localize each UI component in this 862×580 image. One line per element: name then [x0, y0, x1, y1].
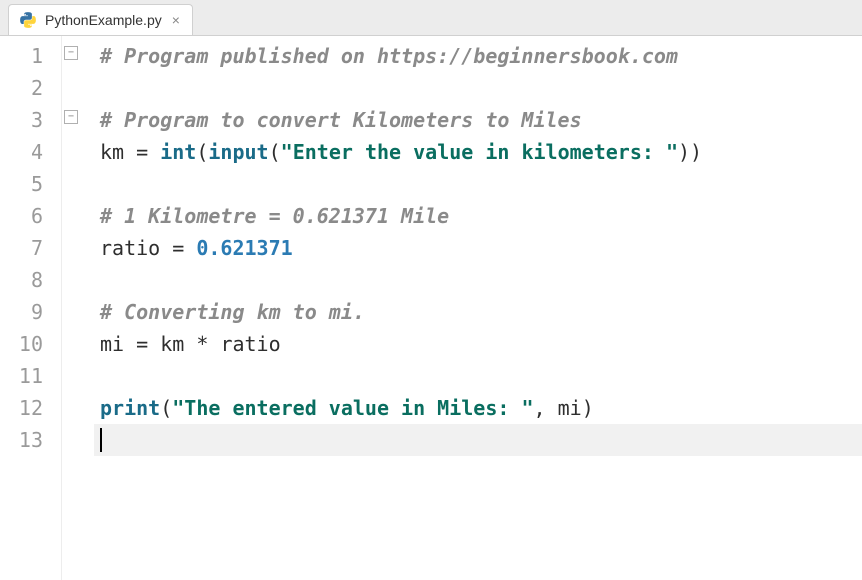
- line-number: 10: [0, 328, 43, 360]
- operator-token: =: [136, 140, 160, 164]
- code-line: # Program published on https://beginners…: [94, 40, 862, 72]
- code-line: [94, 424, 862, 456]
- line-number: 3: [0, 104, 43, 136]
- builtin-token: input: [208, 140, 268, 164]
- fold-strip: [62, 36, 90, 580]
- line-number: 4: [0, 136, 43, 168]
- paren-token: (: [196, 140, 208, 164]
- close-icon[interactable]: ×: [170, 12, 182, 28]
- operator-token: =: [136, 332, 160, 356]
- tab-pythonexample[interactable]: PythonExample.py ×: [8, 4, 193, 35]
- comment-token: # Program published on https://beginners…: [100, 44, 678, 68]
- identifier-token: mi: [558, 396, 582, 420]
- line-number: 1: [0, 40, 43, 72]
- identifier-token: ratio: [100, 236, 172, 260]
- code-line: ratio = 0.621371: [94, 232, 862, 264]
- paren-token: (: [160, 396, 172, 420]
- separator-token: ,: [534, 396, 558, 420]
- tab-bar: PythonExample.py ×: [0, 0, 862, 36]
- line-number: 7: [0, 232, 43, 264]
- line-number: 5: [0, 168, 43, 200]
- code-line: [94, 168, 862, 200]
- number-token: 0.621371: [196, 236, 292, 260]
- identifier-token: ratio: [220, 332, 280, 356]
- operator-token: =: [172, 236, 196, 260]
- operator-token: *: [196, 332, 220, 356]
- code-line: # 1 Kilometre = 0.621371 Mile: [94, 200, 862, 232]
- fold-toggle-icon[interactable]: [64, 46, 78, 60]
- line-number-gutter: 1 2 3 4 5 6 7 8 9 10 11 12 13: [0, 36, 62, 580]
- line-number: 8: [0, 264, 43, 296]
- code-line: [94, 264, 862, 296]
- code-line: mi = km * ratio: [94, 328, 862, 360]
- tab-filename: PythonExample.py: [45, 12, 162, 28]
- code-line: km = int(input("Enter the value in kilom…: [94, 136, 862, 168]
- line-number: 12: [0, 392, 43, 424]
- line-number: 9: [0, 296, 43, 328]
- paren-token: )): [678, 140, 702, 164]
- comment-token: # 1 Kilometre = 0.621371 Mile: [100, 204, 449, 228]
- comment-token: # Program to convert Kilometers to Miles: [100, 108, 582, 132]
- string-token: "Enter the value in kilometers: ": [281, 140, 678, 164]
- line-number: 13: [0, 424, 43, 456]
- line-number: 2: [0, 72, 43, 104]
- identifier-token: km: [160, 332, 196, 356]
- line-number: 6: [0, 200, 43, 232]
- code-line: # Converting km to mi.: [94, 296, 862, 328]
- paren-token: (: [269, 140, 281, 164]
- identifier-token: mi: [100, 332, 136, 356]
- python-file-icon: [19, 11, 37, 29]
- editor-area: 1 2 3 4 5 6 7 8 9 10 11 12 13 # Program …: [0, 36, 862, 580]
- paren-token: ): [582, 396, 594, 420]
- builtin-token: int: [160, 140, 196, 164]
- code-line: # Program to convert Kilometers to Miles: [94, 104, 862, 136]
- builtin-token: print: [100, 396, 160, 420]
- string-token: "The entered value in Miles: ": [172, 396, 533, 420]
- code-area[interactable]: # Program published on https://beginners…: [90, 36, 862, 580]
- text-cursor: [100, 428, 102, 452]
- comment-token: # Converting km to mi.: [100, 300, 365, 324]
- line-number: 11: [0, 360, 43, 392]
- identifier-token: km: [100, 140, 136, 164]
- fold-toggle-icon[interactable]: [64, 110, 78, 124]
- code-line: [94, 360, 862, 392]
- code-line: [94, 72, 862, 104]
- code-line: print("The entered value in Miles: ", mi…: [94, 392, 862, 424]
